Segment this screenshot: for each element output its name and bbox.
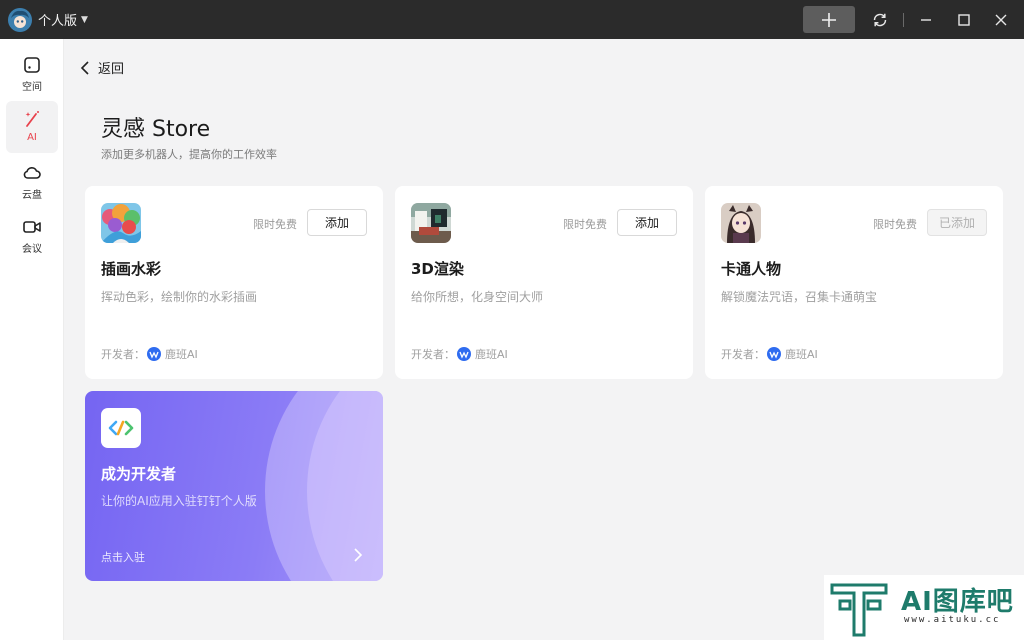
luban-logo-icon [767,347,781,361]
developer-name: 鹿班AI [165,348,198,361]
sidebar-item-meeting[interactable]: 会议 [6,209,58,261]
chevron-right-icon[interactable] [353,547,363,563]
developer-card-title: 成为开发者 [101,465,177,483]
video-icon [23,221,41,233]
titlebar-divider [903,13,904,27]
free-badge: 限时免费 [253,218,297,231]
robot-card-3d-render[interactable]: 限时免费 添加 3D渲染 给你所想，化身空间大师 开发者： 鹿班AI [395,186,693,379]
code-icon [101,408,141,448]
developer-label: 开发者： [101,348,145,361]
plus-icon [822,12,836,27]
robot-description: 解锁魔法咒语，召集卡通萌宝 [721,290,878,304]
minimize-button[interactable] [914,8,938,32]
sidebar-item-label: 会议 [22,244,42,255]
developer-name: 鹿班AI [475,348,508,361]
maximize-icon [958,14,970,26]
back-button[interactable]: 返回 [80,58,124,77]
main-content: 返回 灵感 Store 添加更多机器人，提高你的工作效率 限时免费 添加 插画水… [65,39,1024,640]
cloud-icon [23,167,41,179]
avatar[interactable] [8,8,32,32]
sync-button[interactable] [868,8,892,32]
workspace-label: 个人版 [38,14,78,29]
ai-wand-icon [25,111,39,127]
robot-card-cartoon[interactable]: 限时免费 已添加 卡通人物 解锁魔法咒语，召集卡通萌宝 开发者： 鹿班AI [705,186,1003,379]
robot-name: 卡通人物 [721,260,782,278]
page-subtitle: 添加更多机器人，提高你的工作效率 [101,148,277,161]
page-title: 灵感 Store [101,117,211,142]
3d-render-thumbnail [411,203,451,243]
caret-down-icon: ▼ [81,14,88,25]
space-icon [24,57,40,73]
sidebar-item-ai[interactable]: AI [6,101,58,153]
sidebar-item-space[interactable]: 空间 [6,47,58,99]
chevron-left-icon [80,60,89,75]
title-bar: 个人版 ▼ [0,0,1024,39]
robot-description: 给你所想，化身空间大师 [411,290,544,304]
minimize-icon [921,19,931,21]
developer-info: 开发者： 鹿班AI [721,346,818,362]
sidebar: 空间 AI 云盘 会议 [0,39,64,640]
workspace-switcher[interactable]: 个人版 ▼ [38,10,88,29]
watermark-logo-icon [830,583,888,637]
add-button[interactable] [803,6,855,33]
add-button[interactable]: 添加 [617,209,677,236]
developer-info: 开发者： 鹿班AI [101,346,198,362]
sidebar-item-label: AI [27,132,37,143]
developer-card-cta[interactable]: 点击入驻 [101,549,145,565]
sync-icon [873,13,887,27]
add-button[interactable]: 添加 [307,209,367,236]
free-badge: 限时免费 [873,218,917,231]
watermark-url: www.aituku.cc [904,615,1001,625]
sidebar-item-cloud[interactable]: 云盘 [6,155,58,207]
maximize-button[interactable] [952,8,976,32]
robot-name: 插画水彩 [101,260,162,278]
close-button[interactable] [989,8,1013,32]
sidebar-item-label: 云盘 [22,190,42,201]
developer-label: 开发者： [411,348,455,361]
back-label: 返回 [98,62,125,77]
developer-card-subtitle: 让你的AI应用入驻钉钉个人版 [101,494,257,508]
cartoon-thumbnail [721,203,761,243]
robot-name: 3D渲染 [411,260,464,278]
sidebar-item-label: 空间 [22,82,42,93]
luban-logo-icon [147,347,161,361]
become-developer-card[interactable]: 成为开发者 让你的AI应用入驻钉钉个人版 点击入驻 [85,391,383,581]
watercolor-thumbnail [101,203,141,243]
watermark: AI图库吧 www.aituku.cc [824,575,1024,640]
watermark-text: AI图库吧 [901,587,1014,617]
developer-name: 鹿班AI [785,348,818,361]
robot-card-watercolor[interactable]: 限时免费 添加 插画水彩 挥动色彩，绘制你的水彩插画 开发者： 鹿班AI [85,186,383,379]
luban-logo-icon [457,347,471,361]
close-icon [995,14,1007,26]
added-button: 已添加 [927,209,987,236]
developer-info: 开发者： 鹿班AI [411,346,508,362]
developer-label: 开发者： [721,348,765,361]
robot-description: 挥动色彩，绘制你的水彩插画 [101,290,258,304]
free-badge: 限时免费 [563,218,607,231]
